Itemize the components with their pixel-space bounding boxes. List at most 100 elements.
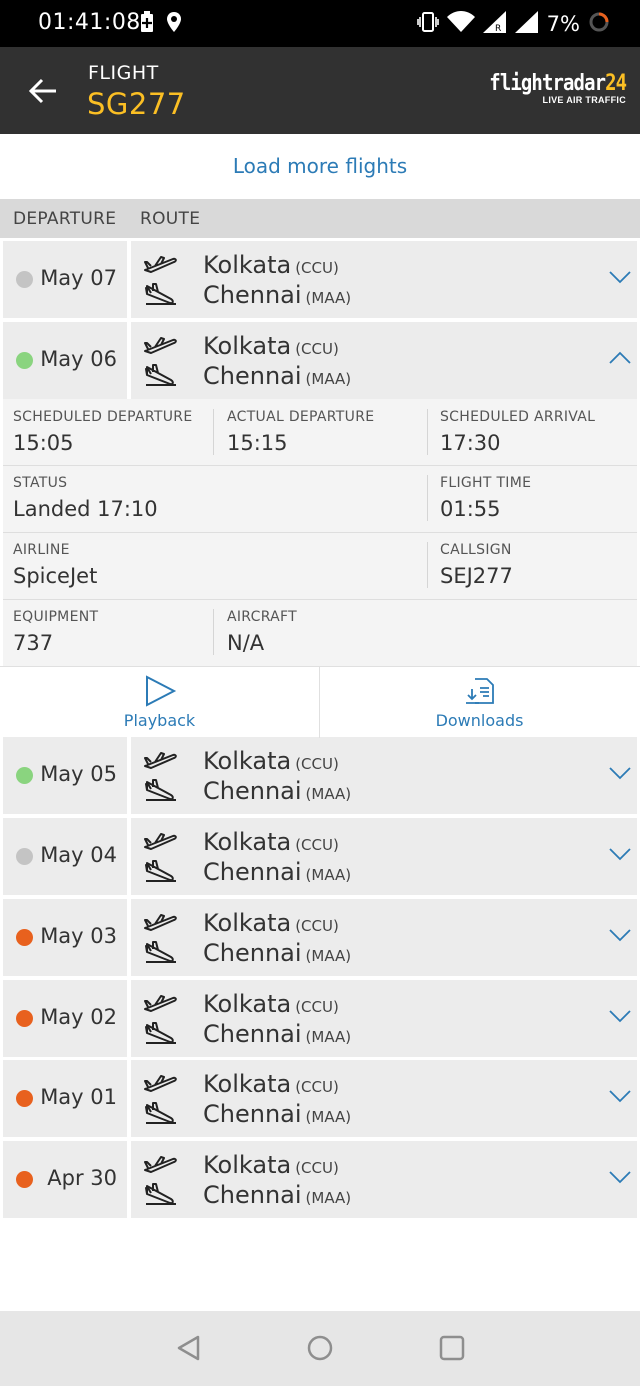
landing-plane-icon [143, 364, 177, 386]
destination-code: (MAA) [305, 289, 352, 307]
callsign-label: CALLSIGN [440, 542, 512, 558]
destination-city: Chennai (MAA) [203, 362, 351, 390]
status-label: STATUS [13, 475, 68, 491]
nav-back-button[interactable] [174, 1333, 204, 1363]
chevron-down-icon[interactable] [609, 765, 631, 780]
status-field: STATUS Landed 17:10 [13, 475, 158, 521]
status-dot [16, 352, 33, 369]
nav-home-button[interactable] [305, 1333, 335, 1363]
origin-city-name: Kolkata [203, 828, 292, 856]
flight-row[interactable]: May 04 Kolkata (CCU) Chennai (MAA) [3, 818, 637, 895]
playback-label: Playback [123, 711, 196, 730]
destination-city-name: Chennai [203, 777, 302, 805]
destination-city-name: Chennai [203, 1100, 302, 1128]
actual-departure-label: ACTUAL DEPARTURE [227, 409, 375, 425]
origin-city-name: Kolkata [203, 251, 292, 279]
landing-plane-icon [143, 283, 177, 305]
airline-label: AIRLINE [13, 542, 70, 558]
destination-code: (MAA) [305, 785, 352, 803]
origin-city: Kolkata (CCU) [203, 990, 339, 1018]
flightradar24-logo: flightradar24 LIVE AIR TRAFFIC [467, 71, 627, 105]
scheduled-departure-field: SCHEDULED DEPARTURE 15:05 [13, 409, 192, 455]
chevron-down-icon[interactable] [609, 1088, 631, 1103]
status-dot [16, 1010, 33, 1027]
flight-row[interactable]: May 05 Kolkata (CCU) Chennai (MAA) [3, 737, 637, 814]
origin-city-name: Kolkata [203, 1151, 292, 1179]
location-icon [166, 11, 182, 37]
takeoff-plane-icon [143, 1153, 177, 1175]
flight-date-cell: May 02 [3, 980, 127, 1057]
origin-city: Kolkata (CCU) [203, 1070, 339, 1098]
scheduled-arrival-field: SCHEDULED ARRIVAL 17:30 [440, 409, 595, 455]
aircraft-value: N/A [227, 631, 265, 655]
chevron-down-icon[interactable] [609, 927, 631, 942]
destination-city: Chennai (MAA) [203, 939, 351, 967]
origin-city-name: Kolkata [203, 1070, 292, 1098]
origin-city: Kolkata (CCU) [203, 332, 339, 360]
flight-row[interactable]: May 02 Kolkata (CCU) Chennai (MAA) [3, 980, 637, 1057]
flight-time-value: 01:55 [440, 497, 501, 521]
origin-code: (CCU) [295, 755, 339, 773]
flight-route-cell: Kolkata (CCU) Chennai (MAA) [131, 1060, 637, 1137]
flight-date: May 04 [40, 843, 117, 867]
chevron-down-icon[interactable] [609, 1008, 631, 1023]
flight-date: May 07 [40, 266, 117, 290]
logo-accent-text: 24 [604, 71, 627, 96]
equipment-field: EQUIPMENT 737 [13, 609, 98, 655]
destination-city: Chennai (MAA) [203, 777, 351, 805]
downloads-label: Downloads [435, 711, 524, 730]
vibrate-icon [416, 11, 439, 37]
chevron-up-icon[interactable] [609, 350, 631, 364]
origin-code: (CCU) [295, 1078, 339, 1096]
origin-city-name: Kolkata [203, 990, 292, 1018]
flight-date-cell: Apr 30 [3, 1141, 127, 1218]
landing-plane-icon [143, 1183, 177, 1205]
flight-route-cell: Kolkata (CCU) Chennai (MAA) [131, 899, 637, 976]
status-dot [16, 271, 33, 288]
flight-row[interactable]: Apr 30 Kolkata (CCU) Chennai (MAA) [3, 1141, 637, 1218]
destination-city: Chennai (MAA) [203, 858, 351, 886]
flight-date-cell: May 01 [3, 1060, 127, 1137]
back-button[interactable] [28, 77, 58, 105]
destination-city-name: Chennai [203, 362, 302, 390]
flight-time-field: FLIGHT TIME 01:55 [440, 475, 531, 521]
status-value: Landed 17:10 [13, 497, 158, 521]
nav-recents-button[interactable] [437, 1333, 467, 1363]
load-more-flights-button[interactable]: Load more flights [0, 134, 640, 198]
destination-city-name: Chennai [203, 1181, 302, 1209]
destination-code: (MAA) [305, 947, 352, 965]
aircraft-label: AIRCRAFT [227, 609, 298, 625]
landing-plane-icon [143, 1102, 177, 1124]
flight-row[interactable]: May 07 Kolkata (CCU) Chennai (MAA) [3, 241, 637, 318]
scheduled-arrival-label: SCHEDULED ARRIVAL [440, 409, 596, 425]
logo-subtitle: LIVE AIR TRAFFIC [542, 95, 626, 105]
takeoff-plane-icon [143, 992, 177, 1014]
destination-city: Chennai (MAA) [203, 1181, 351, 1209]
recents-square-icon [439, 1335, 465, 1361]
home-circle-icon [307, 1335, 333, 1361]
status-dot [16, 1090, 33, 1107]
flight-date-cell: May 07 [3, 241, 127, 318]
flight-time-label: FLIGHT TIME [440, 475, 532, 491]
chevron-down-icon[interactable] [609, 269, 631, 284]
playback-button[interactable]: Playback [0, 667, 319, 738]
flight-actions: Playback Downloads [0, 666, 640, 738]
flight-route-cell: Kolkata (CCU) Chennai (MAA) [131, 980, 637, 1057]
downloads-button[interactable]: Downloads [320, 667, 639, 738]
actual-departure-value: 15:15 [227, 431, 288, 455]
flight-route-cell: Kolkata (CCU) Chennai (MAA) [131, 241, 637, 318]
departure-column-label: DEPARTURE [13, 209, 117, 229]
destination-code: (MAA) [305, 370, 352, 388]
flight-row[interactable]: May 01 Kolkata (CCU) Chennai (MAA) [3, 1060, 637, 1137]
origin-code: (CCU) [295, 259, 339, 277]
callsign-field: CALLSIGN SEJ277 [440, 542, 513, 588]
chevron-down-icon[interactable] [609, 1169, 631, 1184]
chevron-down-icon[interactable] [609, 846, 631, 861]
flight-row[interactable]: May 03 Kolkata (CCU) Chennai (MAA) [3, 899, 637, 976]
back-triangle-icon [177, 1335, 200, 1361]
flight-row[interactable]: May 06 Kolkata (CCU) Chennai (MAA) [3, 322, 637, 399]
destination-city: Chennai (MAA) [203, 1100, 351, 1128]
landing-plane-icon [143, 779, 177, 801]
actual-departure-field: ACTUAL DEPARTURE 15:15 [227, 409, 374, 455]
status-dot [16, 929, 33, 946]
